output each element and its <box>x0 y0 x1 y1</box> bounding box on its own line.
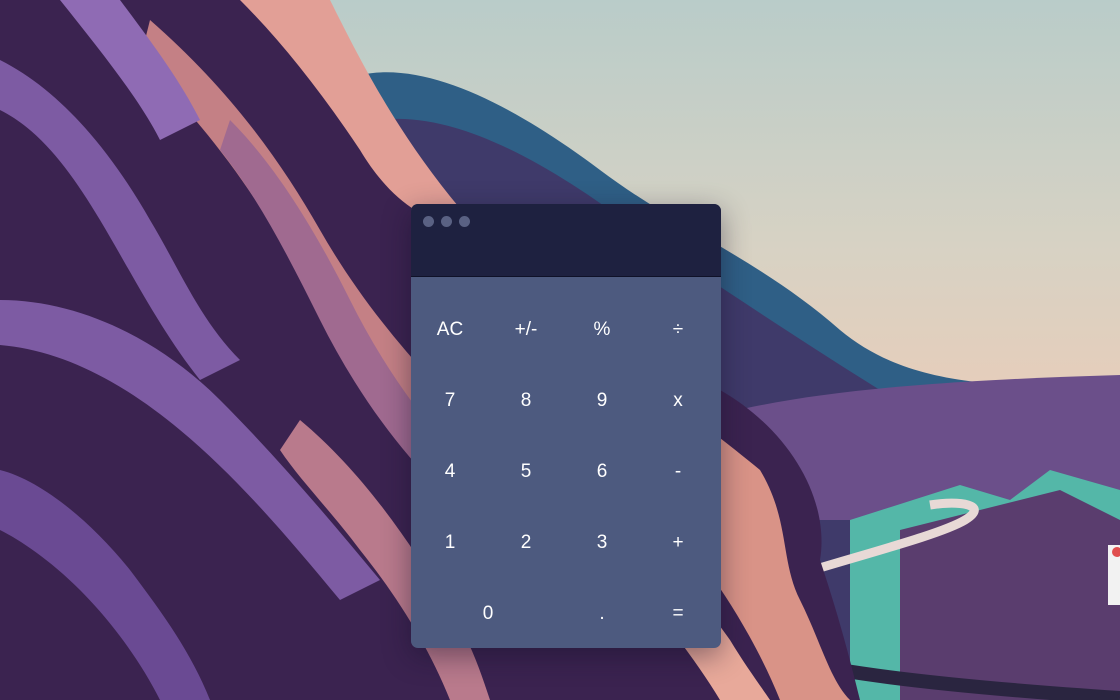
digit-4-button[interactable]: 4 <box>412 436 488 507</box>
calculator-titlebar[interactable] <box>411 204 721 277</box>
toggle-sign-button[interactable]: +/- <box>488 294 564 365</box>
window-maximize-dot[interactable] <box>459 216 470 227</box>
window-close-dot[interactable] <box>423 216 434 227</box>
all-clear-button[interactable]: AC <box>412 294 488 365</box>
decimal-button[interactable]: . <box>564 578 640 648</box>
subtract-button[interactable]: - <box>640 436 716 507</box>
digit-8-button[interactable]: 8 <box>488 365 564 436</box>
digit-7-button[interactable]: 7 <box>412 365 488 436</box>
desktop: AC +/-% ÷ 7 8 9 x 4 5 6- 1 2 3 +0. = <box>0 0 1120 700</box>
multiply-button[interactable]: x <box>640 365 716 436</box>
digit-2-button[interactable]: 2 <box>488 507 564 578</box>
digit-3-button[interactable]: 3 <box>564 507 640 578</box>
add-button[interactable]: + <box>640 507 716 578</box>
divide-button[interactable]: ÷ <box>640 294 716 365</box>
percent-button[interactable]: % <box>564 294 640 365</box>
digit-1-button[interactable]: 1 <box>412 507 488 578</box>
digit-6-button[interactable]: 6 <box>564 436 640 507</box>
calculator-window: AC +/-% ÷ 7 8 9 x 4 5 6- 1 2 3 +0. = <box>411 204 721 648</box>
window-minimize-dot[interactable] <box>441 216 452 227</box>
digit-9-button[interactable]: 9 <box>564 365 640 436</box>
keypad: AC +/-% ÷ 7 8 9 x 4 5 6- 1 2 3 +0. = <box>411 277 721 648</box>
digit-5-button[interactable]: 5 <box>488 436 564 507</box>
digit-0-button[interactable]: 0 <box>412 578 564 648</box>
window-controls <box>423 216 470 227</box>
equals-button[interactable]: = <box>640 578 716 648</box>
